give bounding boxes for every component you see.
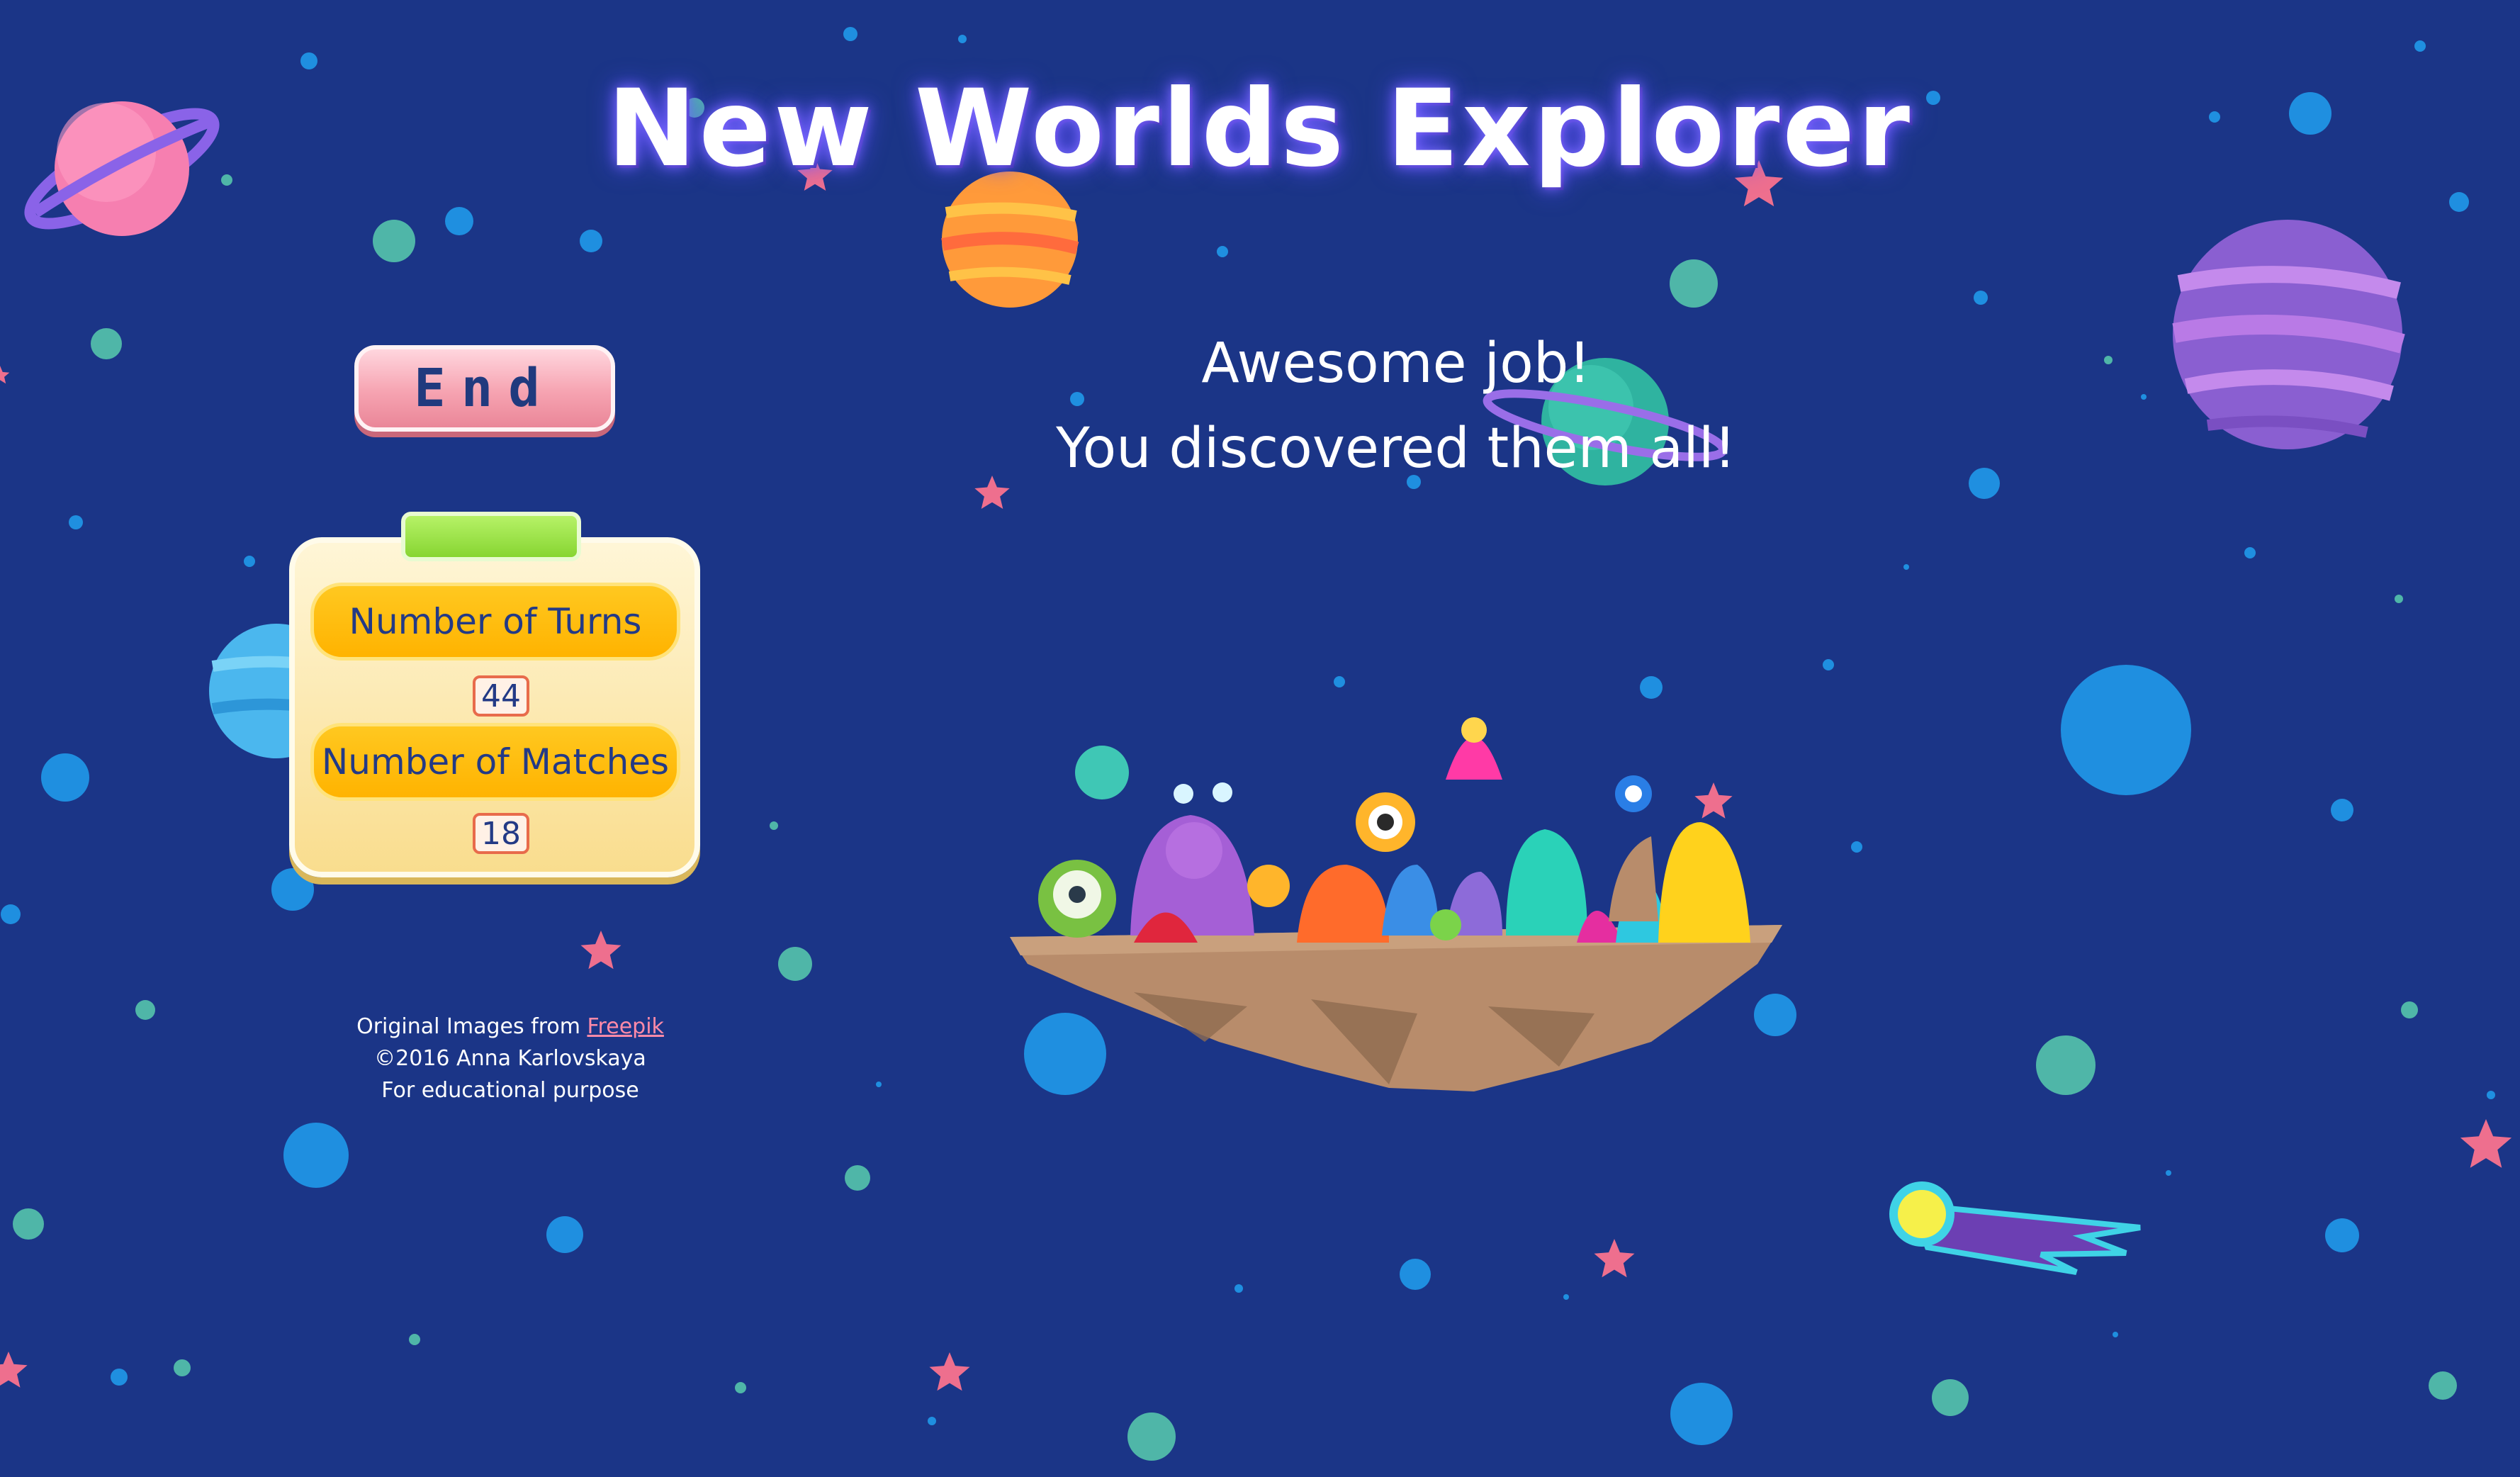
- background-dot: [135, 1000, 155, 1020]
- background-dot: [2414, 40, 2426, 52]
- background-dot: [244, 556, 255, 567]
- background-dot: [1640, 676, 1663, 699]
- credits-purpose: For educational purpose: [381, 1078, 639, 1103]
- background-dot: [1670, 259, 1718, 308]
- background-dot: [2395, 595, 2403, 603]
- freepik-link[interactable]: Freepik: [587, 1014, 663, 1039]
- background-dot: [928, 1417, 936, 1425]
- background-dot: [1234, 1284, 1243, 1293]
- credits: Original Images from Freepik ©2016 Anna …: [312, 1011, 709, 1106]
- background-dot: [1932, 1379, 1969, 1416]
- orange-striped-planet-icon: [941, 172, 1079, 308]
- background-dot: [2487, 1091, 2495, 1099]
- credits-images-line: Original Images from Freepik: [312, 1011, 709, 1043]
- background-dot: [1, 904, 21, 924]
- background-dot: [1903, 564, 1909, 570]
- background-dot: [2104, 356, 2113, 364]
- background-dot: [409, 1334, 420, 1345]
- background-dot: [2449, 192, 2469, 212]
- background-dot: [958, 35, 967, 43]
- background-dot: [2401, 1001, 2418, 1018]
- score-card-clip: [401, 512, 581, 561]
- credits-images-prefix: Original Images from: [356, 1014, 587, 1039]
- background-dot: [546, 1216, 583, 1253]
- background-dot: [1969, 468, 2000, 499]
- background-dot: [843, 27, 857, 41]
- background-dot: [271, 868, 314, 911]
- background-dot: [735, 1382, 746, 1393]
- game-title: New Worlds Explorer: [607, 67, 1913, 191]
- background-dot: [2113, 1332, 2118, 1337]
- background-dot: [2244, 547, 2256, 558]
- background-dot: [283, 1123, 349, 1188]
- background-dot: [2429, 1371, 2457, 1400]
- background-dot: [1851, 841, 1862, 853]
- turns-label: Number of Turns: [310, 583, 680, 661]
- background-dot: [111, 1369, 128, 1386]
- background-dot: [91, 328, 122, 359]
- background-dot: [1400, 1259, 1431, 1290]
- end-button[interactable]: End: [354, 345, 615, 432]
- background-dot: [445, 207, 473, 235]
- background-dot: [2036, 1035, 2096, 1095]
- background-dot: [2061, 665, 2191, 795]
- background-dot: [1670, 1383, 1733, 1445]
- background-dot: [1823, 659, 1834, 670]
- background-dot: [1217, 246, 1228, 257]
- result-message-line1: Awesome job!: [1201, 332, 1591, 395]
- background-dot: [1334, 676, 1345, 687]
- background-dot: [69, 515, 83, 529]
- credits-copyright: ©2016 Anna Karlovskaya: [374, 1046, 646, 1071]
- background-dot: [373, 220, 415, 262]
- background-dot: [1974, 291, 1988, 305]
- background-dot: [1563, 1294, 1569, 1300]
- background-dot: [174, 1359, 191, 1376]
- background-dot: [2325, 1218, 2359, 1252]
- background-dot: [580, 230, 602, 252]
- result-message-line2: You discovered them all!: [1056, 417, 1736, 481]
- background-dot: [1024, 1013, 1106, 1095]
- background-dot: [13, 1208, 44, 1240]
- background-dot: [41, 753, 89, 802]
- background-dot: [845, 1165, 870, 1191]
- background-dot: [876, 1082, 882, 1087]
- background-dot: [1754, 994, 1796, 1036]
- background-dot: [2166, 1170, 2171, 1176]
- purple-striped-planet-icon: [2172, 220, 2405, 449]
- background-dot: [778, 947, 812, 981]
- background-dot: [2141, 394, 2147, 400]
- matches-value: 18: [473, 813, 529, 854]
- turns-value: 44: [473, 675, 529, 717]
- matches-label: Number of Matches: [310, 723, 680, 801]
- background-dot: [770, 821, 778, 830]
- background-dot: [1127, 1413, 1176, 1461]
- background-dot: [2331, 799, 2353, 821]
